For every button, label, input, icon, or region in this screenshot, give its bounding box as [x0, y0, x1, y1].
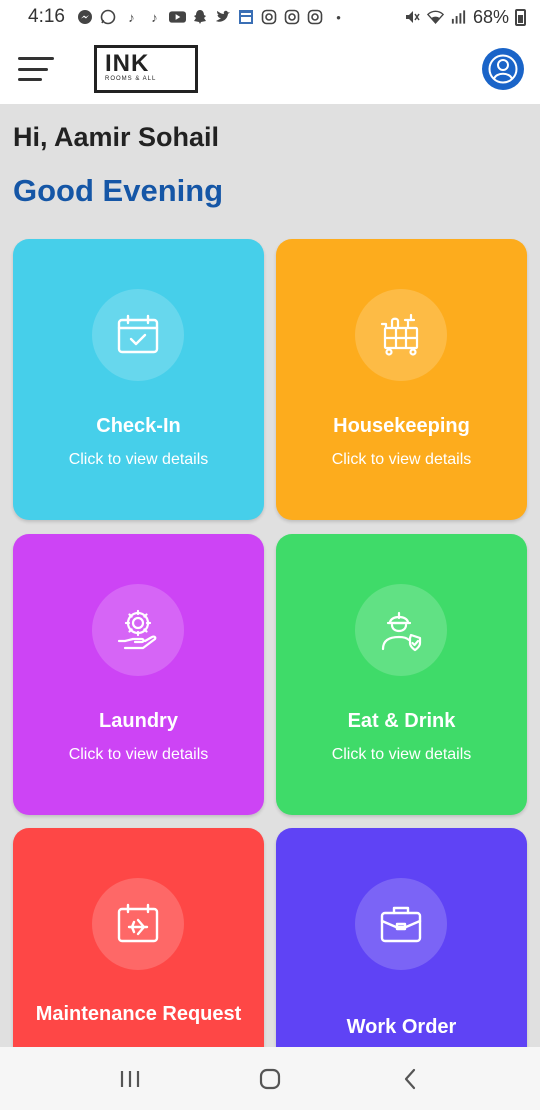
maintenance-icon-circle [92, 878, 184, 970]
calendar-check-icon [117, 314, 159, 354]
mute-icon [404, 9, 421, 26]
maintenance-title: Maintenance Request [35, 1003, 242, 1025]
snapchat-icon [192, 9, 209, 26]
youtube-icon [168, 9, 186, 26]
battery-percent: 68% [472, 6, 509, 27]
messenger-icon [77, 9, 94, 26]
twitter-icon [215, 9, 232, 26]
laundry-subtitle: Click to view details [68, 746, 209, 763]
tiktok-icon: ♪ [151, 9, 158, 25]
work-order-icon-circle [355, 878, 447, 970]
user-greeting: Hi, Aamir Sohail [13, 122, 220, 152]
gear-hand-icon [117, 609, 157, 650]
back-icon[interactable] [390, 1059, 430, 1099]
app-logo: INK ROOMS & ALL [94, 45, 198, 93]
check-in-card[interactable]: Check-In Click to view details [13, 239, 264, 520]
status-time: 4:16 [28, 6, 65, 27]
housekeeping-card[interactable]: Housekeeping Click to view details [276, 239, 527, 520]
logo-subtitle: ROOMS & ALL [105, 76, 157, 82]
user-icon [488, 54, 518, 84]
housekeeping-icon-circle [355, 289, 447, 381]
calendar-plane-icon [117, 903, 159, 943]
status-bar: 4:16 ♪ ♪ • 68% [0, 0, 540, 34]
instagram-icon [261, 9, 278, 26]
signal-icon [450, 9, 467, 26]
laundry-card[interactable]: Laundry Click to view details [13, 534, 264, 815]
recent-apps-icon[interactable] [110, 1059, 150, 1099]
daypart-greeting: Good Evening [13, 173, 224, 208]
housekeeping-title: Housekeeping [333, 415, 470, 437]
check-in-title: Check-In [96, 415, 181, 437]
laundry-title: Laundry [99, 710, 178, 732]
dot-icon: • [336, 9, 341, 25]
profile-button[interactable] [482, 48, 524, 90]
app-header: INK ROOMS & ALL [0, 34, 540, 104]
eat-drink-icon-circle [355, 584, 447, 676]
briefcase-icon [380, 906, 422, 943]
housekeeping-subtitle: Click to view details [331, 451, 472, 468]
home-icon[interactable] [250, 1059, 290, 1099]
news-icon [238, 9, 255, 26]
wifi-icon [426, 9, 444, 26]
status-bar-right: 68% [404, 7, 526, 28]
whatsapp-icon [100, 9, 117, 26]
check-in-subtitle: Click to view details [68, 451, 209, 468]
check-in-icon-circle [92, 289, 184, 381]
laundry-icon-circle [92, 584, 184, 676]
eat-drink-card[interactable]: Eat & Drink Click to view details [276, 534, 527, 815]
instagram-icon [284, 9, 301, 26]
status-bar-left: 4:16 ♪ ♪ • [28, 6, 347, 28]
instagram-icon [307, 9, 324, 26]
eat-drink-subtitle: Click to view details [331, 746, 472, 763]
work-order-title: Work Order [346, 1016, 457, 1038]
worker-icon [381, 611, 422, 652]
eat-drink-title: Eat & Drink [347, 710, 456, 732]
menu-icon[interactable] [18, 57, 56, 81]
system-navigation-bar [0, 1047, 540, 1110]
logo-text: INK [105, 50, 150, 77]
tiktok-icon: ♪ [128, 9, 135, 25]
housekeeping-cart-icon [380, 313, 419, 356]
battery-icon [515, 8, 526, 26]
